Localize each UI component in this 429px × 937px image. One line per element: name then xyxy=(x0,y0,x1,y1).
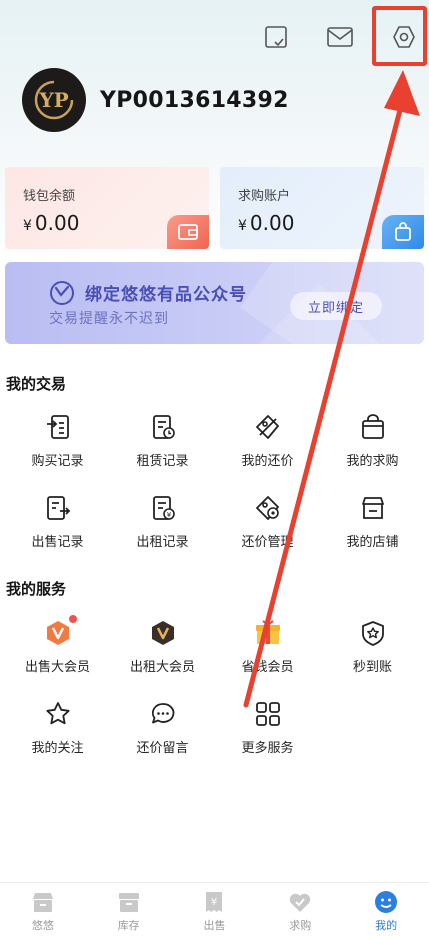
rental-record-icon xyxy=(148,412,178,442)
bind-wechat-banner[interactable]: 绑定悠悠有品公众号 交易提醒永不迟到 立即绑定 xyxy=(5,262,424,344)
services-section-title: 我的服务 xyxy=(6,580,67,598)
grid-item-instant-arrival[interactable]: 秒到账 xyxy=(320,618,425,675)
grid-item-rental-record[interactable]: 租赁记录 xyxy=(110,412,215,469)
mail-icon[interactable] xyxy=(323,20,357,54)
bargain-manage-icon xyxy=(253,493,283,523)
grid-item-my-follows[interactable]: 我的关注 xyxy=(5,699,110,756)
price-tag-icon xyxy=(253,412,283,442)
gift-box-icon xyxy=(253,618,283,648)
shopping-bag-icon xyxy=(382,215,424,249)
trade-section-title: 我的交易 xyxy=(6,375,67,393)
purchase-record-icon xyxy=(43,412,73,442)
star-icon xyxy=(43,699,73,729)
bottom-tab-bar: 悠悠 库存 ¥ 出售 求购 我的 xyxy=(0,882,429,937)
purchase-account-card[interactable]: 求购账户 ¥0.00 xyxy=(220,167,424,249)
grid-item-more-services[interactable]: 更多服务 xyxy=(215,699,320,756)
svg-text:YP: YP xyxy=(38,88,68,112)
grid-item-bargain-message[interactable]: 还价留言 xyxy=(110,699,215,756)
tab-inventory[interactable]: 库存 xyxy=(86,883,172,937)
profile-header[interactable]: YP YP0013614392 xyxy=(22,68,289,132)
shield-star-icon xyxy=(358,618,388,648)
wallet-balance-card[interactable]: 钱包余额 ¥0.00 xyxy=(5,167,209,249)
tab-youyou[interactable]: 悠悠 xyxy=(0,883,86,937)
grid-item-my-bargain[interactable]: 我的还价 xyxy=(215,412,320,469)
wallet-icon xyxy=(167,215,209,249)
seller-vip-icon xyxy=(43,615,77,648)
inventory-box-icon xyxy=(115,889,143,915)
grid-item-my-purchase-request[interactable]: 我的求购 xyxy=(320,412,425,469)
lease-record-icon: ¥ xyxy=(148,493,178,523)
youpin-logo-icon xyxy=(49,280,75,310)
grid-item-my-store[interactable]: 我的店铺 xyxy=(320,493,425,550)
tab-purchase-request[interactable]: 求购 xyxy=(257,883,343,937)
grid-item-seller-vip[interactable]: 出售大会员 xyxy=(5,615,110,675)
chat-bubble-icon xyxy=(148,699,178,729)
shopping-bag-icon xyxy=(358,412,388,442)
grid-icon xyxy=(253,699,283,729)
lease-vip-icon xyxy=(148,618,178,648)
grid-item-purchase-record[interactable]: 购买记录 xyxy=(5,412,110,469)
receipt-icon: ¥ xyxy=(200,889,228,915)
heart-icon xyxy=(286,889,314,915)
bind-now-button[interactable]: 立即绑定 xyxy=(290,292,382,320)
grid-item-saving-member[interactable]: 省钱会员 xyxy=(215,618,320,675)
sell-record-icon xyxy=(43,493,73,523)
checklist-icon[interactable] xyxy=(259,20,293,54)
svg-text:¥: ¥ xyxy=(211,897,217,908)
svg-text:¥: ¥ xyxy=(166,511,171,519)
notification-dot xyxy=(68,615,77,623)
grid-item-bargain-manage[interactable]: 还价管理 xyxy=(215,493,320,550)
banner-subtitle: 交易提醒永不迟到 xyxy=(49,311,169,327)
purchase-label: 求购账户 xyxy=(238,189,291,204)
wallet-value: ¥0.00 xyxy=(23,211,80,235)
banner-title: 绑定悠悠有品公众号 xyxy=(85,285,247,305)
settings-highlight-box xyxy=(372,6,427,66)
tab-mine[interactable]: 我的 xyxy=(343,883,429,937)
tab-sell[interactable]: ¥ 出售 xyxy=(172,883,258,937)
home-store-icon xyxy=(29,889,57,915)
grid-item-sell-record[interactable]: 出售记录 xyxy=(5,493,110,550)
grid-item-lease-vip[interactable]: 出租大会员 xyxy=(110,618,215,675)
wallet-label: 钱包余额 xyxy=(23,189,76,204)
purchase-value: ¥0.00 xyxy=(238,211,295,235)
user-id: YP0013614392 xyxy=(100,87,289,113)
store-icon xyxy=(358,493,388,523)
avatar[interactable]: YP xyxy=(22,68,86,132)
user-face-icon xyxy=(372,889,400,915)
grid-item-lease-record[interactable]: ¥ 出租记录 xyxy=(110,493,215,550)
